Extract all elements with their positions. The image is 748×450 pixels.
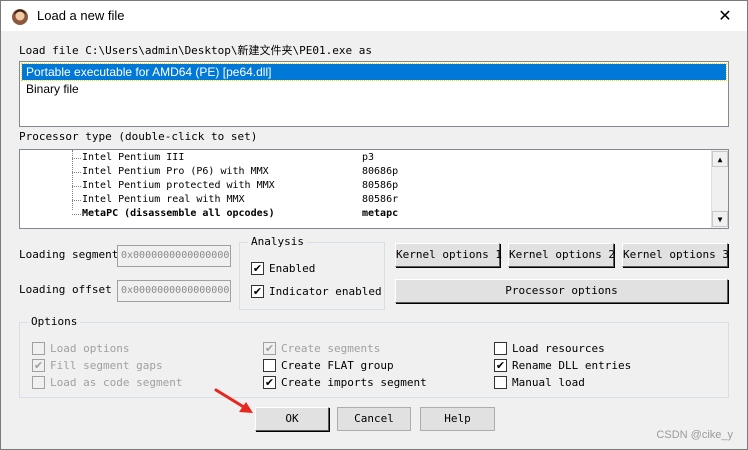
create-segments-label: Create segments — [281, 342, 381, 355]
processor-code: 80586r — [362, 194, 399, 205]
tree-branch — [72, 214, 81, 215]
tree-branch — [72, 158, 81, 159]
checkmark-icon: ✔ — [263, 376, 276, 389]
load-as-code-segment-label: Load as code segment — [50, 376, 183, 389]
scroll-up-icon[interactable]: ▲ — [712, 151, 728, 167]
indicator-enabled-label: Indicator enabled — [269, 285, 382, 298]
file-format-list[interactable]: Portable executable for AMD64 (PE) [pe64… — [19, 61, 729, 127]
close-button[interactable]: ✕ — [713, 5, 737, 27]
options-group: Options Load options ✔ Fill segment gaps… — [19, 315, 729, 398]
kernel-options-3-button[interactable]: Kernel options 3 — [622, 243, 729, 267]
load-resources-label: Load resources — [512, 342, 605, 355]
create-flat-group-checkbox[interactable]: Create FLAT group — [263, 358, 463, 374]
processor-name: Intel Pentium Pro (P6) with MMX — [82, 166, 269, 177]
processor-name: Intel Pentium protected with MMX — [82, 180, 275, 191]
ok-button[interactable]: OK — [255, 407, 329, 431]
tree-connector — [72, 150, 73, 210]
fill-segment-gaps-label: Fill segment gaps — [50, 359, 163, 372]
manual-load-label: Manual load — [512, 376, 585, 389]
processor-code: metapc — [362, 208, 399, 219]
processor-options-button[interactable]: Processor options — [395, 279, 728, 303]
checkbox-empty — [494, 342, 507, 355]
app-avatar-icon — [12, 9, 28, 25]
checkbox-empty — [32, 342, 45, 355]
rename-dll-entries-checkbox[interactable]: ✔ Rename DLL entries — [494, 358, 694, 374]
checkmark-icon: ✔ — [263, 342, 276, 355]
enabled-checkbox[interactable]: ✔ Enabled — [251, 261, 376, 277]
analysis-group: Analysis ✔ Enabled ✔ Indicator enabled — [239, 235, 385, 310]
checkmark-icon: ✔ — [251, 262, 264, 275]
processor-name: MetaPC (disassemble all opcodes) — [82, 208, 275, 219]
title-bar: Load a new file ✕ — [1, 1, 747, 31]
processor-scrollbar[interactable]: ▲ ▼ — [711, 150, 728, 228]
loading-segment-label: Loading segment — [19, 248, 119, 261]
loading-offset-field[interactable]: 0x0000000000000000 — [117, 280, 231, 302]
fill-segment-gaps-checkbox[interactable]: ✔ Fill segment gaps — [32, 358, 232, 374]
processor-type-label: Processor type (double-click to set) — [19, 130, 258, 143]
create-segments-checkbox[interactable]: ✔ Create segments — [263, 341, 463, 357]
checkmark-icon: ✔ — [32, 359, 45, 372]
checkbox-empty — [494, 376, 507, 389]
load-file-dialog: Load a new file ✕ Load file C:\Users\adm… — [0, 0, 748, 450]
create-imports-segment-label: Create imports segment — [281, 376, 427, 389]
loading-segment-field[interactable]: 0x0000000000000000 — [117, 245, 231, 267]
tree-branch — [72, 200, 81, 201]
processor-code: 80686p — [362, 166, 399, 177]
manual-load-checkbox[interactable]: Manual load — [494, 375, 694, 391]
format-item-binary[interactable]: Binary file — [22, 81, 726, 97]
create-flat-group-label: Create FLAT group — [281, 359, 394, 372]
format-item-pe64[interactable]: Portable executable for AMD64 (PE) [pe64… — [21, 63, 727, 81]
load-options-checkbox[interactable]: Load options — [32, 341, 232, 357]
processor-name: Intel Pentium III — [82, 152, 185, 163]
analysis-group-title: Analysis — [248, 235, 307, 248]
window-title: Load a new file — [37, 8, 125, 23]
red-arrow-annotation-icon — [214, 388, 253, 413]
checkmark-icon: ✔ — [494, 359, 507, 372]
kernel-options-2-button[interactable]: Kernel options 2 — [508, 243, 615, 267]
scroll-down-icon[interactable]: ▼ — [712, 211, 728, 227]
load-resources-checkbox[interactable]: Load resources — [494, 341, 694, 357]
kernel-options-1-button[interactable]: Kernel options 1 — [395, 243, 502, 267]
load-as-code-segment-checkbox[interactable]: Load as code segment — [32, 375, 232, 391]
load-file-label: Load file C:\Users\admin\Desktop\新建文件夹\P… — [19, 44, 373, 57]
create-imports-segment-checkbox[interactable]: ✔ Create imports segment — [263, 375, 463, 391]
load-options-label: Load options — [50, 342, 130, 355]
processor-type-list[interactable]: Intel Pentium III p3 Intel Pentium Pro (… — [19, 149, 729, 229]
checkmark-icon: ✔ — [251, 285, 264, 298]
help-button[interactable]: Help — [420, 407, 495, 431]
enabled-label: Enabled — [269, 262, 316, 275]
indicator-enabled-checkbox[interactable]: ✔ Indicator enabled — [251, 284, 382, 300]
loading-offset-label: Loading offset — [19, 283, 112, 296]
cancel-button[interactable]: Cancel — [337, 407, 411, 431]
checkbox-empty — [32, 376, 45, 389]
tree-branch — [72, 186, 81, 187]
watermark: CSDN @cike_y — [656, 429, 733, 441]
processor-code: p3 — [362, 152, 375, 163]
rename-dll-entries-label: Rename DLL entries — [512, 359, 632, 372]
processor-code: 80586p — [362, 180, 399, 191]
tree-branch — [72, 172, 81, 173]
processor-name: Intel Pentium real with MMX — [82, 194, 245, 205]
options-group-title: Options — [28, 315, 81, 328]
checkbox-empty — [263, 359, 276, 372]
